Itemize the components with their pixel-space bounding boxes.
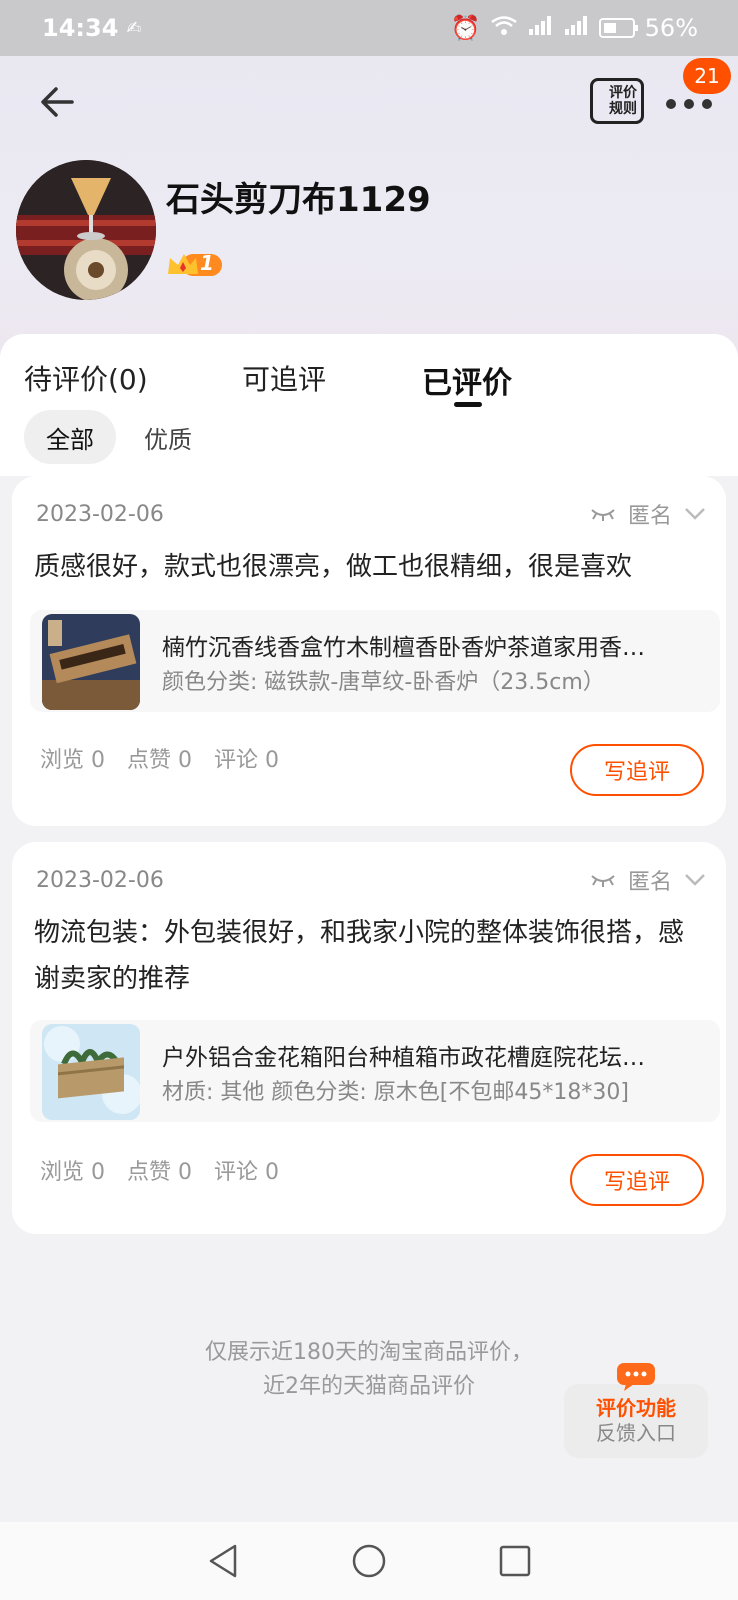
write-follow-up-button[interactable]: 写追评 [570, 744, 704, 796]
navbar: 评价规则 [0, 56, 738, 146]
status-icons: ⏰ 56% [451, 14, 698, 42]
views-count: 浏览 0 [40, 748, 105, 773]
anonymous-toggle[interactable]: 匿名 [590, 864, 706, 896]
battery-icon [598, 18, 638, 38]
likes-count: 点赞 0 [127, 1160, 192, 1185]
chevron-down-icon [685, 508, 705, 520]
review-rules-button[interactable]: 评价规则 [590, 78, 644, 124]
back-arrow-icon [41, 87, 74, 117]
product-thumbnail [42, 1024, 140, 1120]
more-menu-button[interactable] [666, 92, 712, 116]
chevron-down-icon [685, 874, 705, 886]
tabs-panel: 待评价(0) 可追评 已评价 全部 优质 [0, 334, 738, 476]
views-count: 浏览 0 [40, 1160, 105, 1185]
more-dot-icon [666, 99, 676, 109]
status-bar: 14:34 ✍ ⏰ 56% [0, 0, 738, 56]
product-title: 楠竹沉香线香盒竹木制檀香卧香炉茶道家用香… [162, 635, 645, 661]
review-stats: 浏览 0 点赞 0 评论 0 [40, 1154, 279, 1186]
tab-reviewed[interactable]: 已评价 [422, 358, 512, 402]
review-rules-label: 评价规则 [609, 85, 637, 117]
avatar-image [16, 160, 156, 300]
member-level-number: 1 [200, 251, 214, 275]
filter-all[interactable]: 全部 [24, 410, 116, 464]
signal-icon-2 [563, 14, 589, 42]
clock: 14:34 [42, 14, 119, 42]
write-follow-up-button[interactable]: 写追评 [570, 1154, 704, 1206]
product-spec: 颜色分类: 磁铁款-唐草纹-卧香炉（23.5cm） [162, 670, 605, 695]
product-thumbnail [42, 614, 140, 710]
filter-quality[interactable]: 优质 [122, 410, 214, 464]
tab-pending-review[interactable]: 待评价(0) [24, 358, 148, 398]
signal-icon [527, 14, 553, 42]
chat-bubble-icon [616, 1362, 656, 1392]
review-text: 质感很好，款式也很漂亮，做工也很精细，很是喜欢 [34, 552, 633, 582]
review-card: 2023-02-06 匿名 物流包装：外包装很好，和我家小院的整体装饰很搭，感谢… [12, 842, 726, 1234]
tab-can-follow-up[interactable]: 可追评 [242, 358, 326, 398]
notification-badge: 21 [683, 58, 731, 94]
nav-recents-button[interactable] [495, 1541, 535, 1581]
alarm-icon: ⏰ [450, 14, 481, 42]
feedback-title: 评价功能 [596, 1396, 676, 1420]
square-recents-icon [499, 1545, 531, 1577]
assistant-icon: ✍ [126, 17, 142, 39]
active-tab-indicator [454, 402, 482, 407]
review-card: 2023-02-06 匿名 质感很好，款式也很漂亮，做工也很精细，很是喜欢 楠竹… [12, 476, 726, 826]
anonymous-label: 匿名 [627, 504, 672, 529]
product-spec: 材质: 其他 颜色分类: 原木色[不包邮45*18*30] [162, 1080, 629, 1105]
avatar[interactable] [16, 160, 156, 300]
closed-eye-icon [591, 875, 615, 887]
product-title: 户外铝合金花箱阳台种植箱市政花槽庭院花坛… [162, 1045, 645, 1071]
feedback-entry-button[interactable]: 评价功能 反馈入口 [564, 1384, 708, 1458]
feedback-subtitle: 反馈入口 [596, 1421, 676, 1445]
circle-home-icon [352, 1544, 386, 1578]
comments-count: 评论 0 [214, 1160, 279, 1185]
anonymous-toggle[interactable]: 匿名 [590, 498, 706, 530]
wifi-icon [490, 14, 517, 42]
system-navigation-bar [0, 1522, 738, 1600]
closed-eye-icon [591, 509, 615, 521]
review-text: 物流包装：外包装很好，和我家小院的整体装饰很搭，感谢卖家的推荐 [34, 918, 685, 994]
review-date: 2023-02-06 [36, 502, 164, 527]
likes-count: 点赞 0 [127, 748, 192, 773]
battery-percent: 56% [644, 14, 698, 42]
review-date: 2023-02-06 [36, 868, 164, 893]
product-card[interactable]: 楠竹沉香线香盒竹木制檀香卧香炉茶道家用香… 颜色分类: 磁铁款-唐草纹-卧香炉（… [30, 610, 720, 712]
member-level-badge: 1 [166, 250, 226, 280]
triangle-back-icon [209, 1544, 237, 1578]
nav-home-button[interactable] [349, 1541, 389, 1581]
comments-count: 评论 0 [214, 748, 279, 773]
back-button[interactable] [36, 80, 80, 124]
review-stats: 浏览 0 点赞 0 评论 0 [40, 742, 279, 774]
product-card[interactable]: 户外铝合金花箱阳台种植箱市政花槽庭院花坛… 材质: 其他 颜色分类: 原木色[不… [30, 1020, 720, 1122]
username: 石头剪刀布1129 [166, 180, 431, 220]
anonymous-label: 匿名 [627, 870, 672, 895]
nav-back-button[interactable] [203, 1541, 243, 1581]
